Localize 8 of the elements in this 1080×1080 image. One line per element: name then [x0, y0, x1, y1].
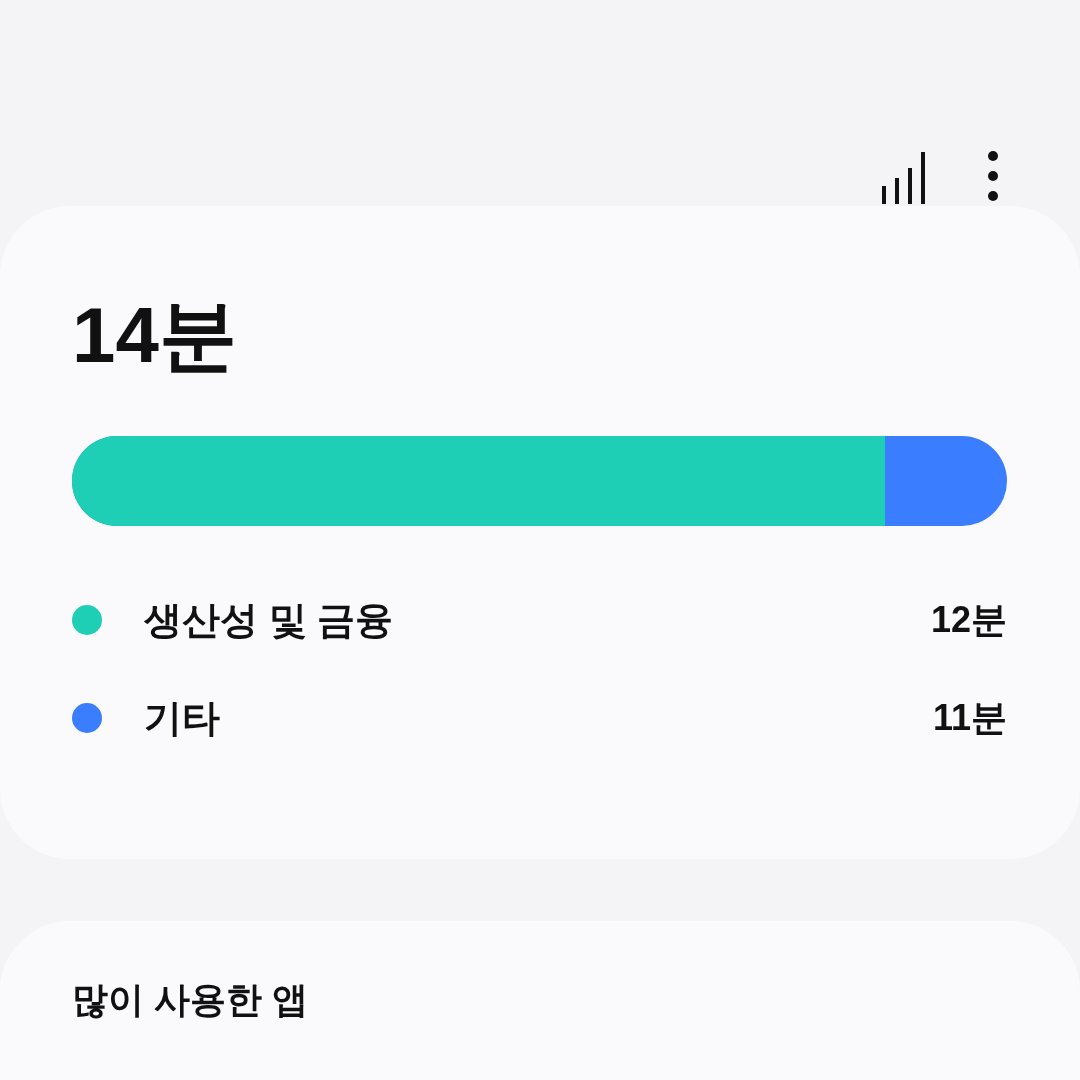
category-name: 생산성 및 금융 [144, 597, 394, 643]
section-title: 많이 사용한 앱 [72, 979, 308, 1020]
category-time: 12분 [930, 598, 1007, 642]
category-time: 11분 [932, 696, 1007, 740]
signal-bars-icon[interactable] [880, 150, 928, 206]
more-options-icon[interactable] [988, 150, 998, 202]
total-usage-time: 14분 [72, 296, 237, 374]
category-name: 기타 [144, 695, 220, 741]
